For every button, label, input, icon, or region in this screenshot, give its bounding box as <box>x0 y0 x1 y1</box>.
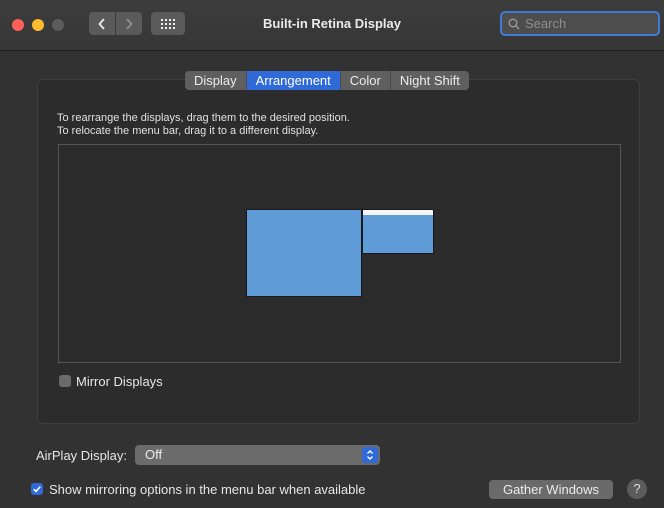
secondary-display-thumbnail[interactable] <box>362 209 434 254</box>
airplay-display-select[interactable]: Off <box>135 445 380 465</box>
search-input[interactable]: Search <box>500 11 660 36</box>
title-bar: Built-in Retina Display Search <box>0 0 664 51</box>
tab-bar: Display Arrangement Color Night Shift <box>185 71 469 90</box>
tab-color[interactable]: Color <box>341 71 391 90</box>
help-button[interactable]: ? <box>627 479 647 499</box>
checkmark-icon <box>33 486 41 493</box>
mirror-displays-checkbox[interactable] <box>59 375 71 387</box>
menu-bar-indicator[interactable] <box>362 209 434 215</box>
airplay-display-value: Off <box>145 447 163 462</box>
search-placeholder: Search <box>525 16 567 31</box>
airplay-display-label: AirPlay Display: <box>36 448 128 463</box>
show-mirroring-label: Show mirroring options in the menu bar w… <box>49 482 366 497</box>
tab-night-shift[interactable]: Night Shift <box>391 71 469 90</box>
search-icon <box>508 18 520 29</box>
instruction-menu-bar: To relocate the menu bar, drag it to a d… <box>57 125 319 137</box>
main-display-thumbnail[interactable] <box>246 209 362 297</box>
gather-windows-button[interactable]: Gather Windows <box>489 480 613 499</box>
instruction-rearrange: To rearrange the displays, drag them to … <box>57 112 350 124</box>
select-arrows-icon <box>362 447 378 463</box>
tab-arrangement[interactable]: Arrangement <box>246 71 341 90</box>
show-mirroring-checkbox[interactable] <box>31 483 43 495</box>
tab-display[interactable]: Display <box>185 71 247 90</box>
mirror-displays-label: Mirror Displays <box>76 374 163 389</box>
